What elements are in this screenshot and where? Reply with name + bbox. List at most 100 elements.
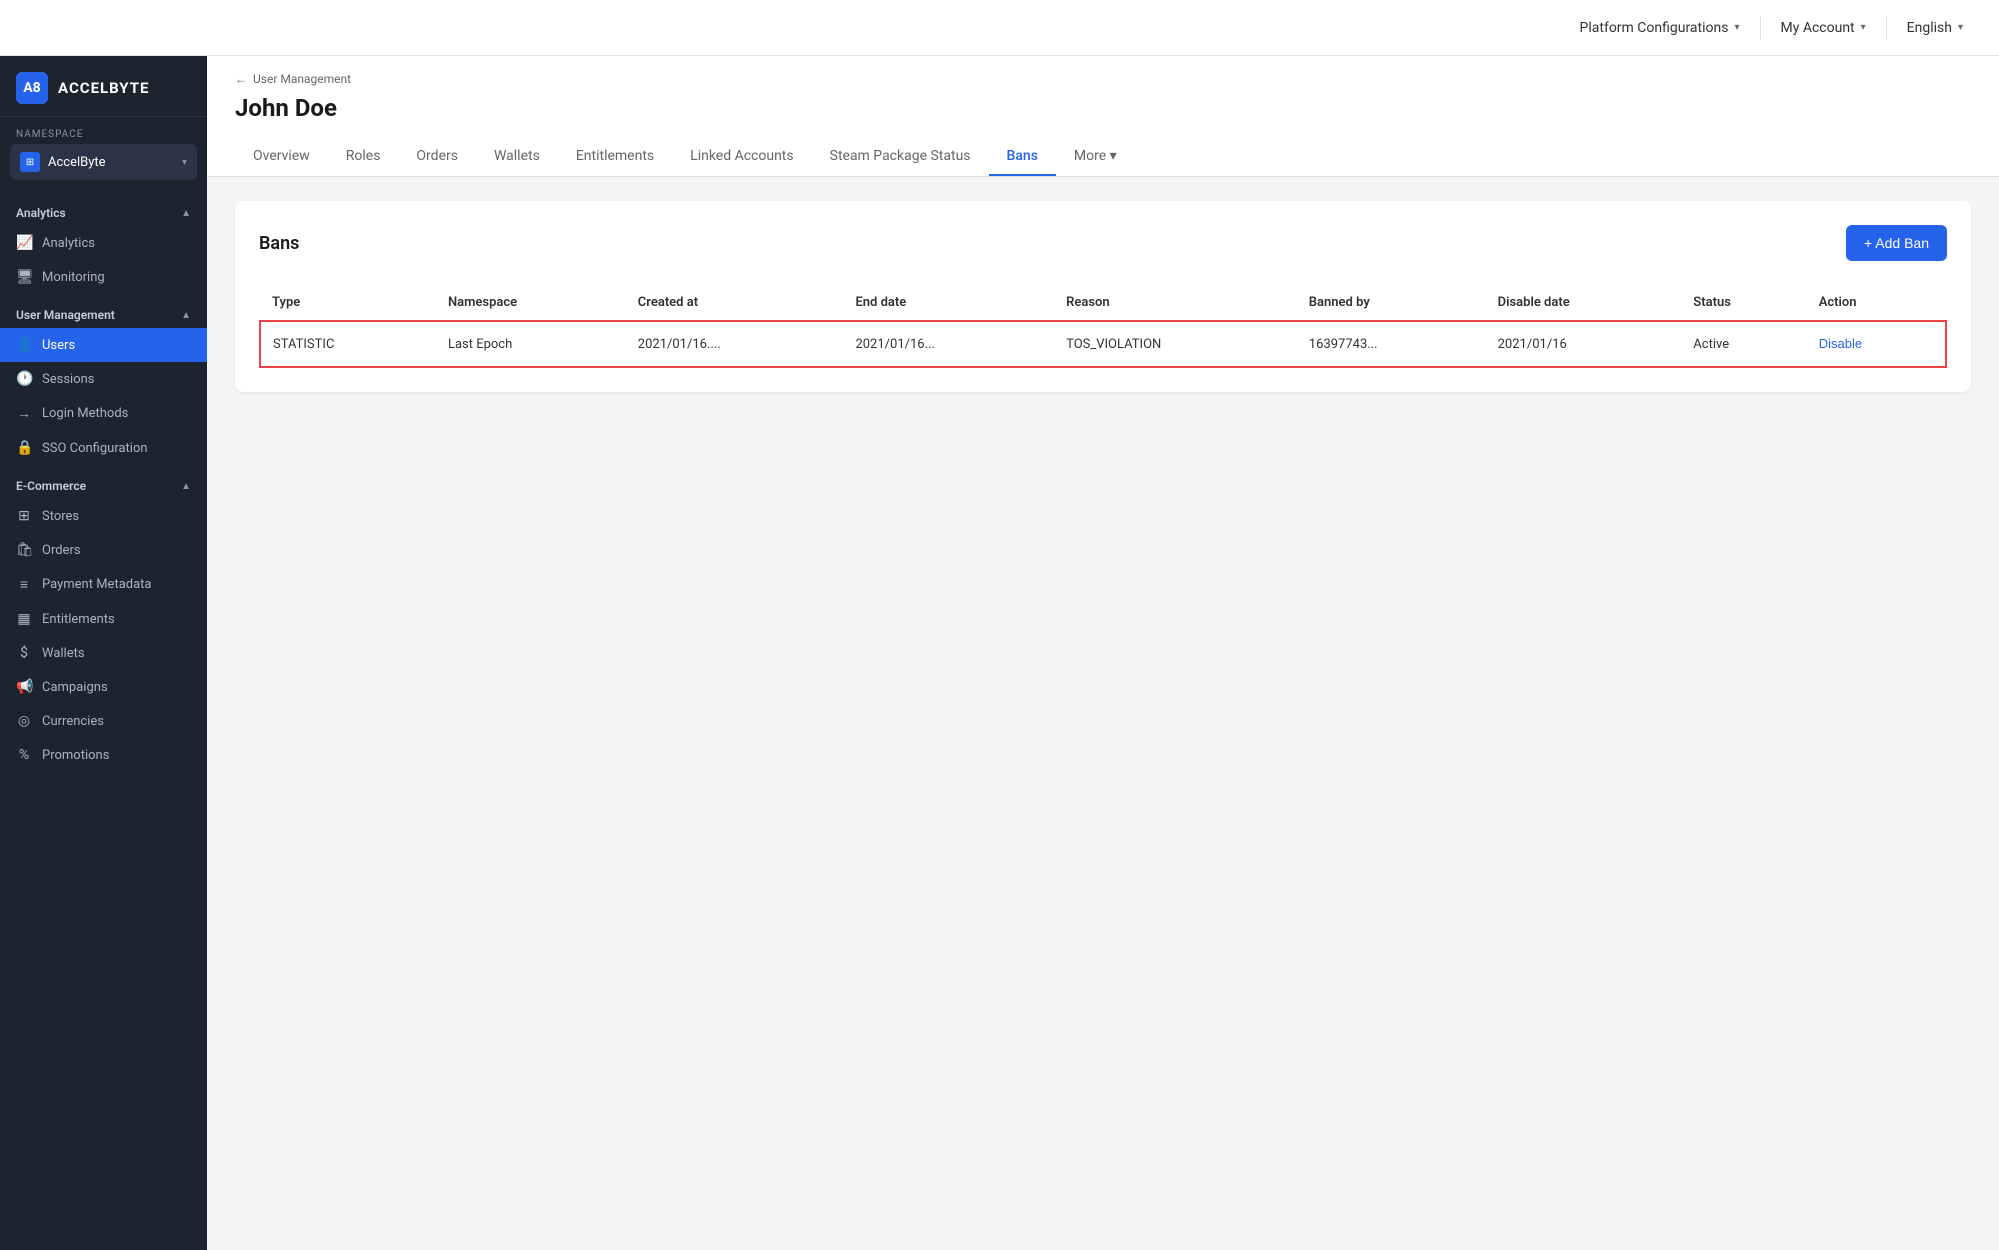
col-disable-date: Disable date <box>1486 285 1682 321</box>
col-status: Status <box>1681 285 1806 321</box>
breadcrumb-arrow: ← <box>235 72 247 86</box>
section-analytics[interactable]: Analytics ▲ <box>0 192 207 226</box>
sidebar-item-monitoring-label: Monitoring <box>42 270 105 285</box>
bans-table-header-row: Type Namespace Created at End date Reaso… <box>260 285 1946 321</box>
orders-icon: 🛍 <box>16 542 32 558</box>
entitlements-icon: ▦ <box>16 611 32 627</box>
main-content: ← User Management John Doe Overview Role… <box>207 56 1999 1250</box>
sidebar-item-wallets[interactable]: $ Wallets <box>0 636 207 670</box>
bans-table: Type Namespace Created at End date Reaso… <box>259 285 1947 368</box>
namespace-icon: ⊞ <box>20 152 40 172</box>
section-ecommerce-label: E-Commerce <box>16 479 86 493</box>
namespace-chevron: ▾ <box>182 157 187 168</box>
my-account-menu[interactable]: My Account ▾ <box>1769 14 1878 42</box>
cell-namespace: Last Epoch <box>436 321 626 367</box>
bans-table-head: Type Namespace Created at End date Reaso… <box>260 285 1946 321</box>
breadcrumb-link[interactable]: User Management <box>253 72 351 86</box>
cell-reason: TOS_VIOLATION <box>1054 321 1297 367</box>
topbar-divider-2 <box>1886 16 1887 40</box>
sidebar-item-stores[interactable]: ⊞ Stores <box>0 499 207 533</box>
col-action: Action <box>1807 285 1946 321</box>
wallets-icon: $ <box>16 645 32 661</box>
tab-linked-accounts[interactable]: Linked Accounts <box>672 138 811 176</box>
col-end-date: End date <box>843 285 1054 321</box>
language-chevron: ▾ <box>1958 22 1963 33</box>
promotions-icon: % <box>16 747 32 763</box>
tab-overview[interactable]: Overview <box>235 138 328 176</box>
platform-config-chevron: ▾ <box>1734 22 1739 33</box>
sidebar-item-orders-label: Orders <box>42 543 81 558</box>
section-user-management-label: User Management <box>16 308 115 322</box>
cell-disable-date: 2021/01/16 <box>1486 321 1682 367</box>
section-ecommerce-toggle: ▲ <box>181 481 191 492</box>
login-methods-icon: → <box>16 405 32 422</box>
section-ecommerce[interactable]: E-Commerce ▲ <box>0 465 207 499</box>
campaigns-icon: 📢 <box>16 679 32 695</box>
tab-wallets[interactable]: Wallets <box>476 138 558 176</box>
sidebar-item-orders[interactable]: 🛍 Orders <box>0 533 207 567</box>
col-banned-by: Banned by <box>1297 285 1486 321</box>
tab-entitlements[interactable]: Entitlements <box>558 138 672 176</box>
sidebar-item-analytics-label: Analytics <box>42 236 95 251</box>
users-icon: 👤 <box>16 337 32 353</box>
sidebar-item-campaigns-label: Campaigns <box>42 680 108 695</box>
cell-status: Active <box>1681 321 1806 367</box>
topbar-divider-1 <box>1760 16 1761 40</box>
cell-end-date: 2021/01/16... <box>843 321 1054 367</box>
section-analytics-label: Analytics <box>16 206 66 220</box>
sso-icon: 🔒 <box>16 440 32 456</box>
sidebar-item-payment-metadata-label: Payment Metadata <box>42 577 152 592</box>
language-menu[interactable]: English ▾ <box>1895 14 1975 42</box>
sidebar-item-monitoring[interactable]: 🖥 Monitoring <box>0 260 207 294</box>
tab-steam-package-status[interactable]: Steam Package Status <box>812 138 989 176</box>
sidebar-logo: A8 ACCELBYTE <box>0 56 207 117</box>
sidebar-item-entitlements-label: Entitlements <box>42 612 115 627</box>
tab-roles[interactable]: Roles <box>328 138 399 176</box>
sidebar: A8 ACCELBYTE NAMESPACE ⊞ AccelByte ▾ Ana… <box>0 56 207 1250</box>
sidebar-item-sso-configuration[interactable]: 🔒 SSO Configuration <box>0 431 207 465</box>
page-title: John Doe <box>235 94 1971 122</box>
layout: A8 ACCELBYTE NAMESPACE ⊞ AccelByte ▾ Ana… <box>0 56 1999 1250</box>
add-ban-button[interactable]: + Add Ban <box>1846 225 1947 261</box>
bans-card-header: Bans + Add Ban <box>259 225 1947 261</box>
content-header: ← User Management John Doe Overview Role… <box>207 56 1999 177</box>
sidebar-item-campaigns[interactable]: 📢 Campaigns <box>0 670 207 704</box>
platform-config-label: Platform Configurations <box>1580 20 1729 36</box>
section-user-management-toggle: ▲ <box>181 310 191 321</box>
topbar: Platform Configurations ▾ My Account ▾ E… <box>0 0 1999 56</box>
sidebar-item-sessions-label: Sessions <box>42 372 95 387</box>
namespace-selector[interactable]: ⊞ AccelByte ▾ <box>10 144 197 180</box>
col-namespace: Namespace <box>436 285 626 321</box>
bans-section-title: Bans <box>259 233 299 254</box>
col-reason: Reason <box>1054 285 1297 321</box>
sidebar-item-sso-configuration-label: SSO Configuration <box>42 441 148 456</box>
sidebar-item-sessions[interactable]: 🕐 Sessions <box>0 362 207 396</box>
bans-table-body: STATISTIC Last Epoch 2021/01/16.... 2021… <box>260 321 1946 367</box>
sidebar-item-currencies-label: Currencies <box>42 714 104 729</box>
namespace-name: AccelByte <box>48 155 174 170</box>
tab-bans[interactable]: Bans <box>989 138 1056 176</box>
sidebar-item-wallets-label: Wallets <box>42 646 85 661</box>
cell-banned-by: 16397743... <box>1297 321 1486 367</box>
sidebar-item-promotions[interactable]: % Promotions <box>0 738 207 772</box>
sidebar-item-users[interactable]: 👤 Users <box>0 328 207 362</box>
col-created-at: Created at <box>626 285 844 321</box>
platform-config-menu[interactable]: Platform Configurations ▾ <box>1568 14 1752 42</box>
analytics-icon: 📈 <box>16 235 32 251</box>
stores-icon: ⊞ <box>16 508 32 524</box>
breadcrumb[interactable]: ← User Management <box>235 72 1971 86</box>
currencies-icon: ◎ <box>16 713 32 729</box>
table-row: STATISTIC Last Epoch 2021/01/16.... 2021… <box>260 321 1946 367</box>
section-analytics-toggle: ▲ <box>181 208 191 219</box>
disable-button[interactable]: Disable <box>1819 336 1862 351</box>
sidebar-item-entitlements[interactable]: ▦ Entitlements <box>0 602 207 636</box>
sidebar-item-promotions-label: Promotions <box>42 748 109 763</box>
sidebar-item-login-methods[interactable]: → Login Methods <box>0 396 207 431</box>
section-user-management[interactable]: User Management ▲ <box>0 294 207 328</box>
content-body: Bans + Add Ban Type Namespace Created at… <box>207 177 1999 1250</box>
tab-orders[interactable]: Orders <box>398 138 476 176</box>
sidebar-item-analytics[interactable]: 📈 Analytics <box>0 226 207 260</box>
sidebar-item-payment-metadata[interactable]: ≡ Payment Metadata <box>0 567 207 602</box>
sidebar-item-currencies[interactable]: ◎ Currencies <box>0 704 207 738</box>
tab-more[interactable]: More ▾ <box>1056 138 1135 176</box>
